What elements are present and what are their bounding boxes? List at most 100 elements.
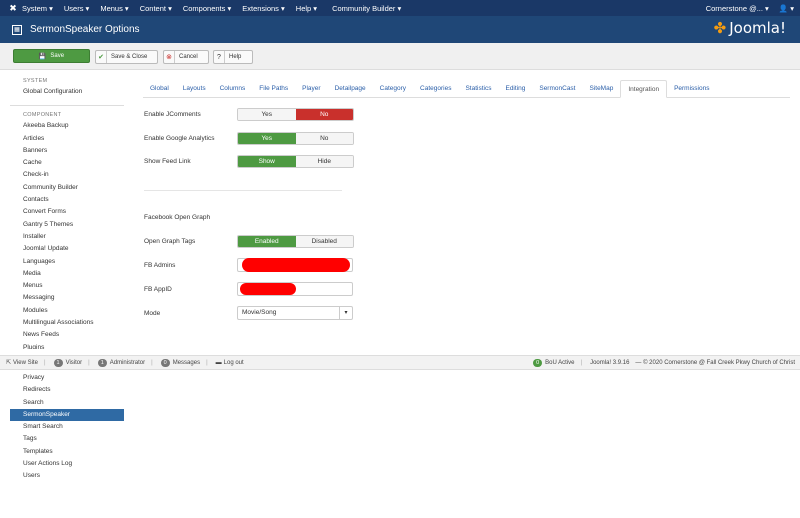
mode-select[interactable]: Movie/Song ▾ xyxy=(237,306,353,320)
sidebar-item[interactable]: Privacy xyxy=(10,372,124,384)
logout-label: Log out xyxy=(223,359,244,366)
menu-system[interactable]: System ▾ xyxy=(22,4,53,13)
menu-help[interactable]: Help ▾ xyxy=(296,4,317,13)
sidebar-item[interactable]: Tags xyxy=(10,433,124,445)
joomla-icon[interactable]: ✖ xyxy=(4,3,22,14)
sidebar-item[interactable]: Templates xyxy=(10,446,124,458)
menu-menus[interactable]: Menus ▾ xyxy=(100,4,128,13)
tab-file-paths[interactable]: File Paths xyxy=(252,80,295,98)
sidebar-item[interactable]: Installer xyxy=(10,231,124,243)
user-icon[interactable]: 👤 ▾ xyxy=(779,4,794,13)
sidebar-item[interactable]: Joomla! Update xyxy=(10,243,124,255)
feed-link-toggle: Show Hide xyxy=(237,155,354,168)
tab-permissions[interactable]: Permissions xyxy=(667,80,716,98)
og-enabled[interactable]: Enabled xyxy=(238,236,296,247)
sidebar-heading-system: SYSTEM xyxy=(23,78,48,84)
bou-status[interactable]: 0 BoU Active xyxy=(533,358,575,367)
sidebar-item[interactable]: Plugins xyxy=(10,342,124,349)
tab-statistics[interactable]: Statistics xyxy=(458,80,498,98)
separator: | xyxy=(43,359,46,366)
version-text: Joomla! 3.9.16 xyxy=(590,359,630,366)
sidebar-item[interactable]: Media xyxy=(10,268,124,280)
top-navbar: ✖ System ▾ Users ▾ Menus ▾ Content ▾ Com… xyxy=(0,0,800,16)
feed-link-label: Show Feed Link xyxy=(144,158,191,165)
sidebar-item[interactable]: User Actions Log xyxy=(10,458,124,470)
analytics-yes[interactable]: Yes xyxy=(238,133,296,144)
section-divider xyxy=(144,190,342,191)
help-icon: ? xyxy=(214,51,225,63)
sidebar-item[interactable]: Languages xyxy=(10,256,124,268)
sidebar-component-list: Akeeba Backup Articles Banners Cache Che… xyxy=(10,120,124,348)
site-user-menu[interactable]: Cornerstone @... ▾ xyxy=(706,4,769,13)
tab-detailpage[interactable]: Detailpage xyxy=(328,80,373,98)
analytics-no[interactable]: No xyxy=(295,133,353,144)
main-menu: System ▾ Users ▾ Menus ▾ Content ▾ Compo… xyxy=(22,4,412,13)
sidebar-item[interactable]: Redirects xyxy=(10,384,124,396)
sidebar-item[interactable]: Smart Search xyxy=(10,421,124,433)
cancel-button[interactable]: ⊗ Cancel xyxy=(163,50,209,64)
sidebar-item-sermonspeaker[interactable]: SermonSpeaker xyxy=(10,408,124,422)
menu-components[interactable]: Components ▾ xyxy=(183,4,231,13)
jcomments-no[interactable]: No xyxy=(295,109,353,120)
tab-sermoncast[interactable]: SermonCast xyxy=(532,80,582,98)
redaction-mark xyxy=(242,258,350,272)
joomla-logo-icon: ✤ xyxy=(713,19,727,37)
sidebar-item[interactable]: Messaging xyxy=(10,292,124,304)
save-button[interactable]: 💾 Save xyxy=(13,49,90,63)
minus-icon: ▬ xyxy=(215,359,222,366)
feed-hide[interactable]: Hide xyxy=(295,156,353,167)
external-link-icon: ⇱ xyxy=(6,360,12,366)
separator: | xyxy=(580,359,583,366)
messages-status[interactable]: 0 Messages xyxy=(160,358,201,367)
tab-layouts[interactable]: Layouts xyxy=(176,80,213,98)
menu-extensions[interactable]: Extensions ▾ xyxy=(242,4,285,13)
sidebar-item[interactable]: Modules xyxy=(10,305,124,317)
sidebar-item[interactable]: Akeeba Backup xyxy=(10,120,124,132)
sidebar-item[interactable]: Articles xyxy=(10,133,124,145)
view-site-link[interactable]: ⇱ View Site xyxy=(6,359,38,367)
help-label: Help xyxy=(229,54,242,60)
sidebar-item[interactable]: Check-in xyxy=(10,169,124,181)
sidebar-item-global-configuration[interactable]: Global Configuration xyxy=(10,86,124,98)
menu-label: Content xyxy=(139,3,166,13)
sidebar-item[interactable]: Convert Forms xyxy=(10,206,124,218)
menu-content[interactable]: Content ▾ xyxy=(140,4,172,13)
tab-player[interactable]: Player xyxy=(295,80,327,98)
sidebar-item[interactable]: Cache xyxy=(10,157,124,169)
page-header: ▦ SermonSpeaker Options xyxy=(0,16,800,43)
sidebar-item[interactable]: News Feeds xyxy=(10,329,124,341)
sidebar-item[interactable]: Contacts xyxy=(10,194,124,206)
sidebar-item[interactable]: Gantry 5 Themes xyxy=(10,219,124,231)
tab-columns[interactable]: Columns xyxy=(213,80,253,98)
sidebar-item[interactable]: Multilingual Associations xyxy=(10,317,124,329)
copyright-text: — © 2020 Cornerstone @ Fall Creek Pkwy C… xyxy=(635,359,795,366)
jcomments-yes[interactable]: Yes xyxy=(238,109,296,120)
menu-label: Community Builder xyxy=(332,3,396,13)
separator: | xyxy=(88,359,90,366)
logout-link[interactable]: ▬ Log out xyxy=(216,360,244,366)
tab-integration[interactable]: Integration xyxy=(620,80,668,98)
messages-label: Messages xyxy=(172,359,201,366)
menu-users[interactable]: Users ▾ xyxy=(64,4,89,13)
visitors-status[interactable]: 1 Visitor xyxy=(53,358,82,367)
sidebar-item[interactable]: Search xyxy=(10,397,124,409)
og-heading: Facebook Open Graph xyxy=(144,214,211,221)
sidebar-item[interactable]: Community Builder xyxy=(10,182,124,194)
og-disabled[interactable]: Disabled xyxy=(295,236,353,247)
save-close-button[interactable]: ✔ Save & Close xyxy=(95,50,158,64)
tab-editing[interactable]: Editing xyxy=(498,80,532,98)
tab-global[interactable]: Global xyxy=(143,80,176,98)
menu-community-builder[interactable]: Community Builder ▾ xyxy=(332,4,401,13)
sidebar-item[interactable]: Banners xyxy=(10,145,124,157)
tab-category[interactable]: Category xyxy=(373,80,413,98)
analytics-toggle: Yes No xyxy=(237,132,354,145)
sidebar-item[interactable]: Users xyxy=(10,470,124,482)
help-button[interactable]: ? Help xyxy=(213,50,253,64)
feed-show[interactable]: Show xyxy=(238,156,296,167)
admins-status[interactable]: 1 Administrator xyxy=(97,358,145,367)
sidebar-item[interactable]: Menus xyxy=(10,280,124,292)
options-tabs: Global Layouts Columns File Paths Player… xyxy=(143,80,790,98)
menu-label: Menus xyxy=(100,3,123,13)
tab-sitemap[interactable]: SiteMap xyxy=(582,80,620,98)
tab-categories[interactable]: Categories xyxy=(413,80,458,98)
